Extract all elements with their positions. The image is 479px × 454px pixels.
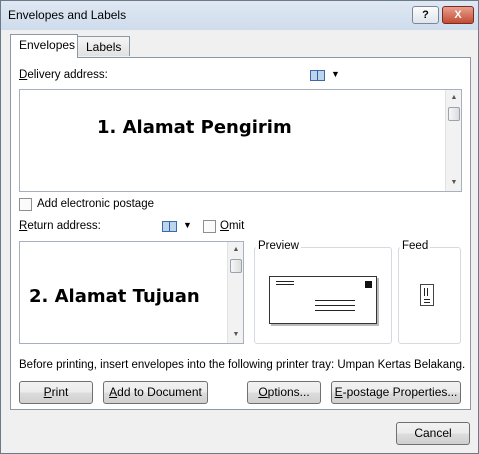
chevron-down-icon: ▼ — [183, 220, 192, 230]
tab-labels-label: Labels — [86, 40, 122, 54]
scrollbar-thumb[interactable] — [448, 107, 460, 121]
return-address-label: Return address: — [19, 220, 101, 232]
return-address-scrollbar[interactable]: ▲ ▼ — [227, 242, 243, 343]
delivery-address-text: 1. Alamat Pengirim — [97, 117, 292, 138]
scroll-up-arrow-icon[interactable]: ▲ — [228, 242, 244, 258]
scrollbar-thumb[interactable] — [230, 259, 242, 273]
return-address-text: 2. Alamat Tujuan — [29, 286, 200, 307]
add-electronic-postage-checkbox[interactable] — [19, 198, 32, 211]
print-button[interactable]: Print — [19, 381, 93, 404]
delivery-address-scrollbar[interactable]: ▲ ▼ — [445, 90, 461, 191]
tab-envelopes[interactable]: Envelopes — [10, 34, 78, 58]
return-address-line — [276, 281, 294, 282]
delivery-address-field[interactable]: 1. Alamat Pengirim ▲ ▼ — [19, 89, 462, 192]
omit-checkbox[interactable] — [203, 220, 216, 233]
help-button[interactable]: ? — [412, 6, 439, 24]
printer-tray-message: Before printing, insert envelopes into t… — [19, 359, 466, 371]
scroll-down-arrow-icon[interactable]: ▼ — [228, 327, 244, 343]
close-button[interactable]: X — [442, 6, 474, 24]
title-bar: Envelopes and Labels ? X — [1, 1, 478, 30]
preview-title: Preview — [256, 240, 301, 252]
stamp-icon — [365, 281, 372, 288]
tab-envelopes-label: Envelopes — [19, 38, 76, 52]
scroll-down-arrow-icon[interactable]: ▼ — [446, 175, 462, 191]
chevron-down-icon: ▼ — [331, 69, 340, 79]
address-book-icon — [310, 70, 325, 81]
return-address-line — [276, 284, 294, 285]
omit-label: Omit — [220, 220, 245, 232]
cancel-button[interactable]: Cancel — [396, 422, 470, 445]
return-address-field[interactable]: 2. Alamat Tujuan ▲ ▼ — [19, 241, 244, 344]
e-postage-properties-button[interactable]: E-postage Properties... — [331, 381, 461, 404]
window-title: Envelopes and Labels — [8, 8, 127, 22]
delivery-address-label: Delivery address: — [19, 69, 108, 81]
delivery-address-line — [315, 305, 355, 306]
delivery-address-line — [315, 300, 355, 301]
delivery-address-book-button[interactable]: ▼ — [310, 68, 342, 84]
feed-title: Feed — [400, 240, 431, 252]
tab-labels[interactable]: Labels — [77, 36, 130, 56]
envelope-preview — [269, 276, 377, 324]
scroll-up-arrow-icon[interactable]: ▲ — [446, 90, 462, 106]
options-button[interactable]: Options... — [247, 381, 321, 404]
envelopes-and-labels-dialog: Envelopes and Labels ? X Envelopes Label… — [0, 0, 479, 454]
add-to-document-button[interactable]: Add to Document — [103, 381, 208, 404]
delivery-address-line — [315, 310, 355, 311]
envelopes-panel: Delivery address: ▼ 1. Alamat Pengirim ▲… — [10, 57, 471, 410]
return-address-book-button[interactable]: ▼ — [162, 219, 194, 235]
envelope-feed-icon — [420, 284, 434, 306]
preview-group[interactable] — [254, 247, 392, 344]
address-book-icon — [162, 221, 177, 232]
add-electronic-postage-label: Add electronic postage — [37, 198, 154, 210]
feed-group[interactable] — [398, 247, 461, 344]
